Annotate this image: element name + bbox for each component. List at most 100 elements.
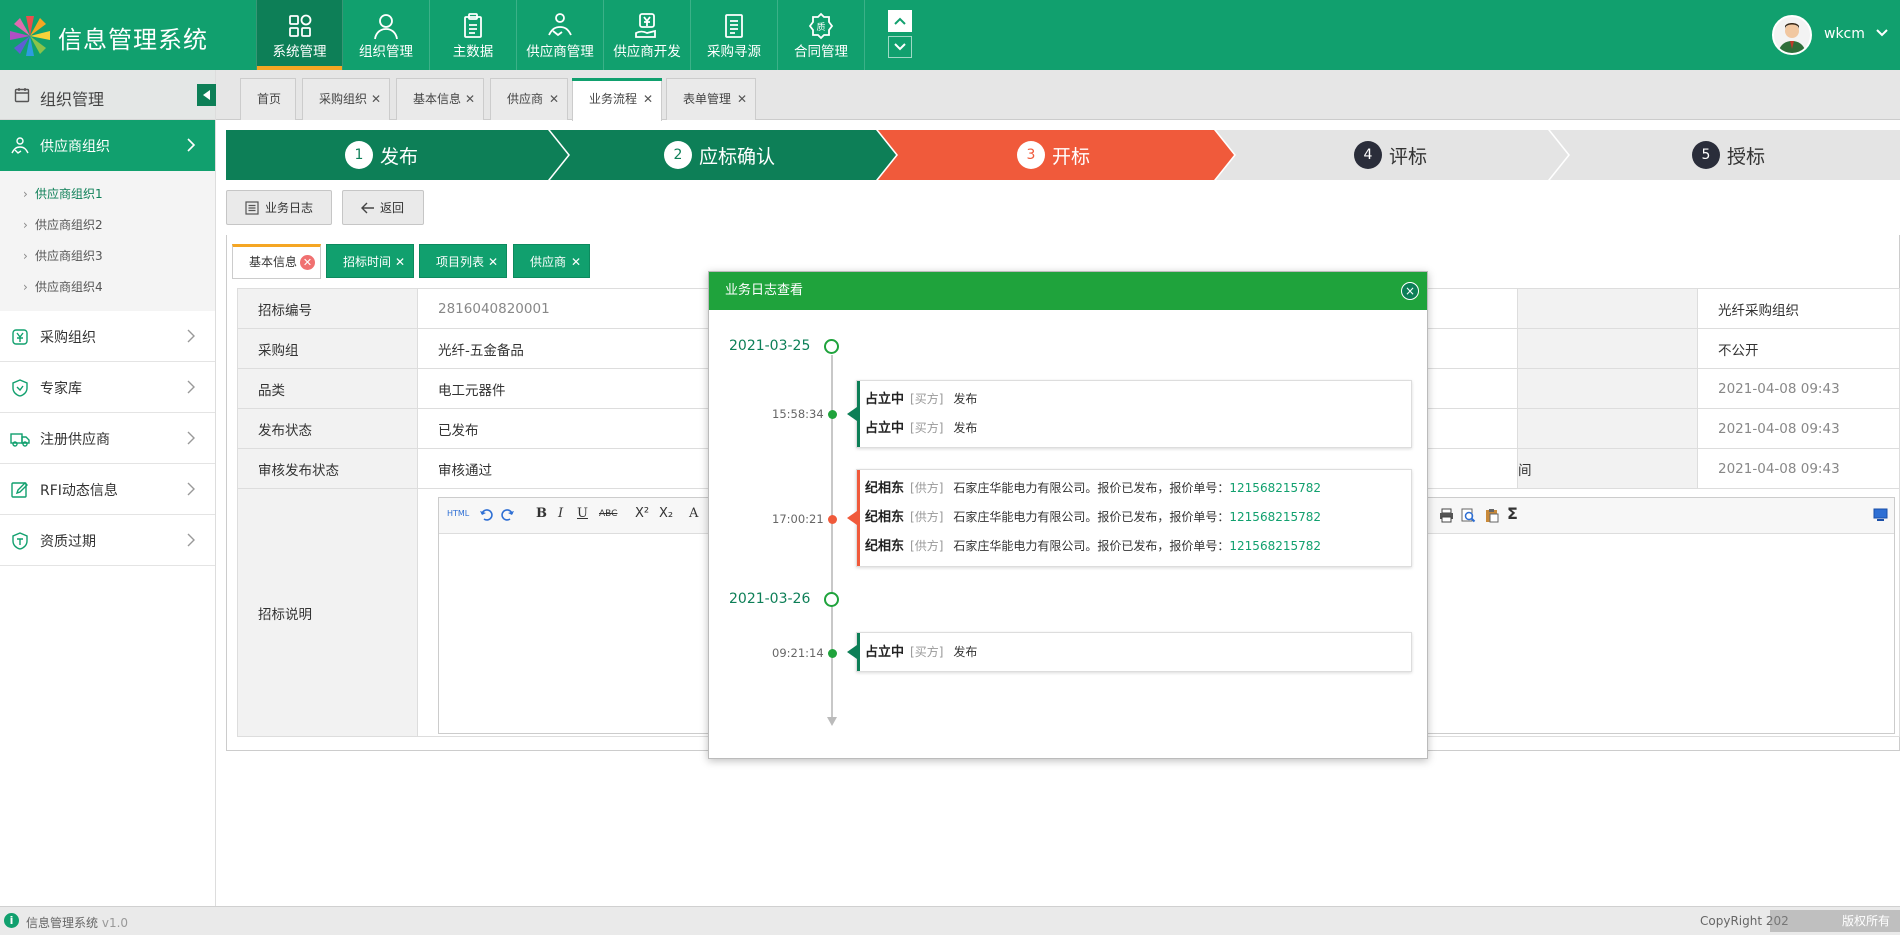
subscript-button[interactable]: X₂ bbox=[659, 506, 673, 521]
yen-shield-icon bbox=[12, 329, 28, 345]
subtab-bid-time[interactable]: 招标时间 ✕ bbox=[326, 244, 414, 278]
sidebar-item-qualification-expiry[interactable]: 资质过期 bbox=[0, 515, 215, 566]
quality-badge-icon: 质 bbox=[808, 12, 834, 40]
sidebar-subitem[interactable]: 供应商组织2 bbox=[0, 210, 215, 241]
log-role: [供方] bbox=[910, 510, 944, 524]
timeline-time: 09:21:14 bbox=[772, 646, 824, 660]
font-color-button[interactable]: A bbox=[689, 506, 698, 521]
fullscreen-icon[interactable] bbox=[1873, 508, 1888, 521]
card-accent bbox=[857, 470, 860, 566]
sidebar-item-expert-db[interactable]: 专家库 bbox=[0, 362, 215, 413]
nav-item-master-data[interactable]: 主数据 bbox=[430, 0, 517, 70]
page-tabs: 首页 采购组织 ✕ 基本信息 ✕ 供应商 ✕ 业务流程 ✕ 表单管理 ✕ bbox=[216, 70, 1900, 121]
nav-item-org[interactable]: 组织管理 bbox=[343, 0, 430, 70]
nav-item-supplier-mgmt[interactable]: 供应商管理 bbox=[517, 0, 604, 70]
handshake-icon bbox=[11, 137, 29, 154]
tab-basic-info[interactable]: 基本信息 ✕ bbox=[396, 78, 484, 120]
nav-item-system[interactable]: 系统管理 bbox=[256, 0, 343, 70]
tab-label: 采购组织 bbox=[319, 92, 368, 106]
close-icon[interactable]: ✕ bbox=[300, 255, 315, 270]
close-icon[interactable]: ✕ bbox=[371, 79, 381, 119]
sidebar-item-label: 供应商组织 bbox=[40, 139, 110, 155]
subtab-supplier[interactable]: 供应商 ✕ bbox=[513, 244, 590, 278]
quote-number[interactable]: 121568215782 bbox=[1229, 539, 1321, 553]
tab-business-flow[interactable]: 业务流程 ✕ bbox=[572, 78, 662, 121]
subtab-basic-info[interactable]: 基本信息 ✕ bbox=[232, 244, 321, 279]
step-number: 2 bbox=[664, 141, 692, 169]
close-icon[interactable]: ✕ bbox=[465, 79, 475, 119]
sidebar-item-label: 资质过期 bbox=[40, 534, 96, 550]
step-4[interactable]: 4 评标 bbox=[1354, 130, 1427, 180]
sidebar-item-supplier-org[interactable]: 供应商组织 bbox=[0, 120, 215, 171]
log-user: 占立中 bbox=[865, 421, 905, 436]
close-icon[interactable]: ✕ bbox=[643, 79, 653, 119]
app-title: 信息管理系统 bbox=[58, 26, 208, 54]
sidebar-subitem[interactable]: 供应商组织4 bbox=[0, 272, 215, 303]
close-icon[interactable]: ✕ bbox=[571, 245, 581, 279]
chevron-down-icon bbox=[1876, 29, 1888, 37]
italic-button[interactable]: I bbox=[558, 506, 563, 521]
user-menu[interactable]: wkcm bbox=[1772, 15, 1892, 55]
strikethrough-button[interactable]: ABC bbox=[599, 509, 617, 519]
log-action: 发布 bbox=[953, 645, 978, 659]
sidebar-subitem[interactable]: 供应商组织3 bbox=[0, 241, 215, 272]
superscript-button[interactable]: X² bbox=[635, 506, 649, 521]
print-icon[interactable] bbox=[1439, 508, 1454, 523]
sidebar-item-register-supplier[interactable]: 注册供应商 bbox=[0, 413, 215, 464]
quote-number[interactable]: 121568215782 bbox=[1229, 510, 1321, 524]
tab-form-mgmt[interactable]: 表单管理 ✕ bbox=[666, 78, 756, 120]
html-source-button[interactable]: HTML bbox=[447, 509, 469, 518]
underline-button[interactable]: U bbox=[577, 506, 588, 521]
close-icon[interactable]: ✕ bbox=[395, 245, 405, 279]
paste-icon[interactable] bbox=[1485, 508, 1499, 523]
timeline-date: 2021-03-26 bbox=[729, 591, 811, 607]
info-icon: i bbox=[4, 913, 19, 928]
tab-home[interactable]: 首页 bbox=[240, 78, 296, 120]
modal-close-button[interactable]: × bbox=[1401, 282, 1419, 300]
step-5[interactable]: 5 授标 bbox=[1692, 130, 1765, 180]
nav-scroll bbox=[888, 10, 912, 62]
redo-icon[interactable] bbox=[501, 508, 515, 522]
log-entry-card: 占立中 [买方] 发布 bbox=[847, 632, 1412, 672]
field-label bbox=[1517, 408, 1698, 449]
close-icon[interactable]: ✕ bbox=[737, 79, 747, 119]
nav-label: 主数据 bbox=[452, 44, 494, 60]
undo-icon[interactable] bbox=[479, 508, 493, 522]
sidebar-subitem-label: 供应商组织2 bbox=[35, 218, 103, 232]
back-button[interactable]: 返回 bbox=[342, 190, 424, 225]
nav-item-supplier-dev[interactable]: 供应商开发 bbox=[604, 0, 691, 70]
sidebar: 组织管理 供应商组织 供应商组织1 供应商组织2 供应商组织3 供应商组织4 采… bbox=[0, 70, 216, 906]
field-label: 审核发布状态 bbox=[237, 448, 418, 489]
bold-button[interactable]: B bbox=[536, 506, 547, 521]
close-icon[interactable]: ✕ bbox=[488, 245, 498, 279]
sidebar-collapse-button[interactable] bbox=[197, 84, 216, 106]
log-action: 发布 bbox=[953, 392, 978, 406]
watermark-text: 版权所有 bbox=[1842, 914, 1891, 928]
step-2[interactable]: 2 应标确认 bbox=[664, 130, 775, 180]
timeline-date-marker bbox=[824, 339, 839, 354]
business-log-button[interactable]: 业务日志 bbox=[226, 190, 332, 225]
logo-icon bbox=[10, 16, 50, 56]
tab-label: 首页 bbox=[257, 92, 282, 106]
nav-scroll-up-button[interactable] bbox=[888, 10, 912, 32]
nav-item-sourcing[interactable]: 采购寻源 bbox=[691, 0, 778, 70]
sidebar-subitem[interactable]: 供应商组织1 bbox=[0, 179, 215, 210]
step-number: 3 bbox=[1017, 141, 1045, 169]
sidebar-item-rfi[interactable]: RFI动态信息 bbox=[0, 464, 215, 515]
sidebar-subitem-label: 供应商组织1 bbox=[35, 187, 103, 201]
formula-button[interactable]: Σ bbox=[1507, 504, 1518, 523]
subtab-project-list[interactable]: 项目列表 ✕ bbox=[419, 244, 507, 278]
field-value: 光纤采购组织 bbox=[1697, 288, 1900, 329]
step-1[interactable]: 1 发布 bbox=[345, 130, 418, 180]
nav-scroll-down-button[interactable] bbox=[888, 36, 912, 58]
arrow-left-icon bbox=[361, 202, 374, 213]
step-3[interactable]: 3 开标 bbox=[1017, 130, 1090, 180]
sidebar-item-purchase-org[interactable]: 采购组织 bbox=[0, 311, 215, 362]
tab-purchase-org[interactable]: 采购组织 ✕ bbox=[302, 78, 390, 120]
tab-supplier[interactable]: 供应商 ✕ bbox=[490, 78, 568, 120]
close-icon[interactable]: ✕ bbox=[549, 79, 559, 119]
shield-icon bbox=[12, 379, 28, 397]
preview-icon[interactable] bbox=[1461, 508, 1476, 523]
quote-number[interactable]: 121568215782 bbox=[1229, 481, 1321, 495]
nav-item-contract[interactable]: 质 合同管理 bbox=[778, 0, 865, 70]
